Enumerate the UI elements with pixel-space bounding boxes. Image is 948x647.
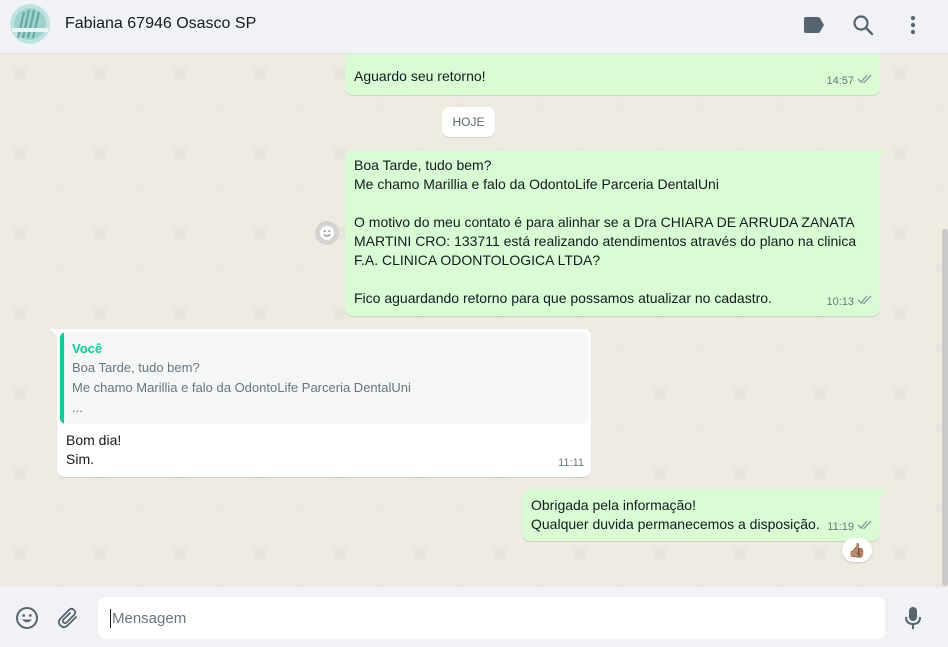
message-outgoing[interactable]: Aguardo seu retorno! 14:57 bbox=[345, 53, 880, 95]
message-time: 10:13 bbox=[826, 296, 854, 308]
date-divider: HOJE bbox=[442, 107, 495, 137]
message-text: Aguardo seu retorno! bbox=[354, 68, 486, 84]
microphone-icon[interactable] bbox=[900, 605, 926, 631]
message-incoming[interactable]: Você Boa Tarde, tudo bem? Me chamo Maril… bbox=[50, 329, 591, 477]
emoji-icon[interactable] bbox=[14, 605, 40, 631]
message-time: 14:57 bbox=[826, 75, 854, 87]
read-ticks-icon bbox=[857, 293, 873, 312]
message-meta: 11:19 bbox=[827, 518, 873, 537]
message-outgoing[interactable]: Boa Tarde, tudo bem? Me chamo Marillia e… bbox=[345, 150, 887, 316]
read-ticks-icon bbox=[857, 518, 873, 537]
message-time: 11:19 bbox=[827, 521, 854, 533]
contact-name[interactable]: Fabiana 67946 Osasco SP bbox=[65, 15, 256, 33]
message-meta: 14:57 bbox=[826, 72, 873, 91]
message-time: 11:11 bbox=[558, 457, 584, 469]
message-text: Bom dia! Sim. bbox=[66, 432, 122, 467]
bubble-tail bbox=[878, 489, 887, 498]
conversation-panel[interactable]: Aguardo seu retorno! 14:57 HOJE Boa Tard… bbox=[0, 53, 948, 587]
bubble-tail bbox=[878, 150, 887, 159]
quoted-message[interactable]: Você Boa Tarde, tudo bem? Me chamo Maril… bbox=[60, 332, 588, 424]
search-icon[interactable] bbox=[850, 12, 876, 38]
message-input[interactable] bbox=[98, 597, 885, 639]
menu-icon[interactable] bbox=[900, 12, 926, 38]
message-text: Boa Tarde, tudo bem? Me chamo Marillia e… bbox=[354, 157, 857, 306]
message-meta: 10:13 bbox=[826, 293, 873, 312]
text-caret bbox=[110, 609, 111, 628]
composer-bar bbox=[0, 587, 948, 647]
quote-text: Boa Tarde, tudo bem? Me chamo Marillia e… bbox=[72, 360, 411, 415]
bubble-tail bbox=[50, 329, 59, 338]
contact-avatar[interactable] bbox=[10, 4, 50, 44]
attach-icon[interactable] bbox=[55, 605, 81, 631]
quote-author: Você bbox=[72, 341, 103, 356]
reaction-badge[interactable]: 👍🏽 bbox=[842, 538, 872, 562]
chat-header: Fabiana 67946 Osasco SP bbox=[0, 0, 948, 53]
message-outgoing[interactable]: Obrigada pela informação! Qualquer duvid… bbox=[522, 489, 887, 541]
message-text: Obrigada pela informação! Qualquer duvid… bbox=[531, 497, 820, 532]
quote-bar bbox=[60, 332, 64, 424]
message-meta: 11:11 bbox=[558, 454, 584, 473]
read-ticks-icon bbox=[857, 72, 873, 91]
react-emoji-icon[interactable] bbox=[315, 221, 339, 245]
label-icon[interactable] bbox=[801, 12, 827, 38]
scrollbar[interactable] bbox=[942, 229, 948, 586]
